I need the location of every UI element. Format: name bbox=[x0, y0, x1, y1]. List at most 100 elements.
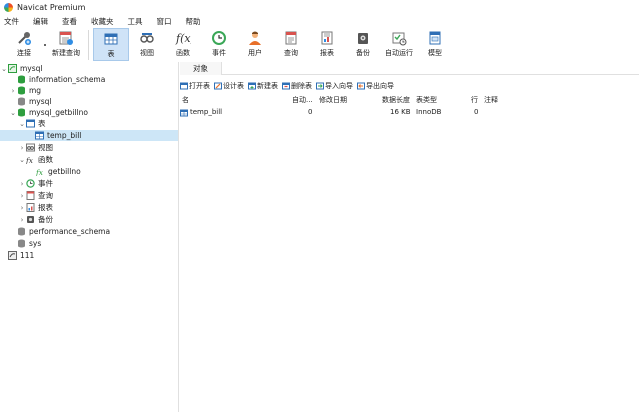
title-bar: Navicat Premium bbox=[0, 0, 639, 14]
open-table-button[interactable]: 打开表 bbox=[180, 81, 210, 91]
connect-label: 连接 bbox=[17, 49, 31, 57]
database-icon bbox=[18, 75, 25, 84]
tree-label: mysql_getbillno bbox=[29, 108, 88, 117]
tab-objects-label: 对象 bbox=[193, 64, 208, 73]
delete-table-button[interactable]: 删除表 bbox=[282, 81, 312, 91]
automation-label: 自动运行 bbox=[385, 49, 413, 57]
expand-arrow-icon[interactable]: › bbox=[18, 144, 26, 152]
database-icon bbox=[18, 239, 25, 248]
menu-favorites[interactable]: 收藏夹 bbox=[91, 16, 114, 27]
delete-table-icon bbox=[282, 82, 290, 89]
new-query-button[interactable]: 新建查询 bbox=[48, 28, 84, 61]
tree-db-information-schema[interactable]: information_schema bbox=[0, 74, 178, 85]
table-icon bbox=[180, 109, 188, 117]
tree-node-events[interactable]: › 事件 bbox=[0, 178, 178, 189]
user-button[interactable]: 用户 bbox=[237, 28, 273, 61]
export-wizard-label: 导出向导 bbox=[366, 81, 394, 90]
table-row[interactable]: temp_bill 0 16 KB InnoDB 0 bbox=[180, 108, 510, 118]
svg-text:fx: fx bbox=[26, 156, 34, 164]
tree-node-reports[interactable]: › 报表 bbox=[0, 202, 178, 213]
tab-objects[interactable]: 对象 bbox=[180, 62, 222, 75]
collapse-arrow-icon[interactable]: ⌄ bbox=[9, 109, 17, 117]
view-label: 视图 bbox=[140, 49, 154, 57]
svg-text:f(x): f(x) bbox=[175, 32, 191, 45]
table-button[interactable]: 表 bbox=[93, 28, 129, 61]
column-data-length-header[interactable]: 数据长度 bbox=[382, 95, 410, 105]
database-icon bbox=[18, 97, 25, 106]
tree-function-getbillno[interactable]: fx getbillno bbox=[0, 166, 178, 177]
tree-connection-mysql[interactable]: ⌄ mysql bbox=[0, 63, 178, 74]
menu-edit[interactable]: 编辑 bbox=[33, 16, 48, 27]
table-icon bbox=[104, 33, 118, 45]
window-title: Navicat Premium bbox=[17, 2, 86, 12]
tree-node-backups[interactable]: › 备份 bbox=[0, 214, 178, 225]
expand-arrow-icon[interactable]: › bbox=[18, 180, 26, 188]
database-icon bbox=[18, 227, 25, 236]
column-name-header[interactable]: 名 bbox=[182, 95, 189, 105]
import-wizard-button[interactable]: 导入向导 bbox=[316, 81, 353, 91]
cell-table-type: InnoDB bbox=[416, 108, 442, 116]
collapse-arrow-icon[interactable]: ⌄ bbox=[18, 120, 26, 128]
tree-node-functions[interactable]: ⌄ fx 函数 bbox=[0, 154, 178, 165]
tree-label: mysql bbox=[29, 97, 52, 106]
backup-label: 备份 bbox=[356, 49, 370, 57]
expand-arrow-icon[interactable]: › bbox=[18, 204, 26, 212]
connection-tree: ⌄ mysql information_schema › mg mysql ⌄ … bbox=[0, 62, 179, 412]
connect-button[interactable]: 连接 bbox=[6, 28, 42, 61]
tree-node-views[interactable]: › 视图 bbox=[0, 142, 178, 153]
tree-label: 函数 bbox=[38, 155, 53, 164]
new-table-label: 新建表 bbox=[257, 81, 278, 90]
tree-db-mg[interactable]: › mg bbox=[0, 85, 178, 96]
column-rows-header[interactable]: 行 bbox=[471, 95, 478, 105]
tree-node-tables[interactable]: ⌄ 表 bbox=[0, 118, 178, 129]
column-table-type-header[interactable]: 表类型 bbox=[416, 95, 437, 105]
event-button[interactable]: 事件 bbox=[201, 28, 237, 61]
automation-button[interactable]: 自动运行 bbox=[381, 28, 417, 61]
backup-button[interactable]: 备份 bbox=[345, 28, 381, 61]
view-button[interactable]: 视图 bbox=[129, 28, 165, 61]
model-button[interactable]: 模型 bbox=[417, 28, 453, 61]
cell-auto-inc: 0 bbox=[308, 108, 313, 116]
tree-connection-111[interactable]: 111 bbox=[0, 250, 178, 261]
design-table-button[interactable]: 设计表 bbox=[214, 81, 244, 91]
tree-label: sys bbox=[29, 239, 42, 248]
collapse-arrow-icon[interactable]: ⌄ bbox=[18, 156, 26, 164]
new-query-icon bbox=[59, 31, 73, 45]
tree-label: 报表 bbox=[38, 203, 53, 212]
collapse-arrow-icon[interactable]: ⌄ bbox=[0, 65, 8, 73]
menu-file[interactable]: 文件 bbox=[4, 16, 19, 27]
queries-icon bbox=[26, 191, 35, 200]
column-comment-header[interactable]: 注释 bbox=[484, 95, 498, 105]
menu-window[interactable]: 窗口 bbox=[157, 16, 172, 27]
menu-help[interactable]: 帮助 bbox=[186, 16, 201, 27]
new-table-button[interactable]: 新建表 bbox=[248, 81, 278, 91]
tree-label: temp_bill bbox=[47, 131, 82, 140]
backups-icon bbox=[27, 216, 34, 223]
table-label: 表 bbox=[107, 50, 115, 58]
tree-db-mysql-getbillno[interactable]: ⌄ mysql_getbillno bbox=[0, 107, 178, 118]
menu-tools[interactable]: 工具 bbox=[128, 16, 143, 27]
function-button[interactable]: f(x) 函数 bbox=[165, 28, 201, 61]
main-toolbar: 连接 新建查询 表 视图 f(x) 函数 bbox=[0, 28, 639, 62]
column-modified-header[interactable]: 修改日期 bbox=[319, 95, 347, 105]
tree-table-temp-bill[interactable]: temp_bill bbox=[0, 130, 178, 141]
open-table-icon bbox=[180, 82, 188, 89]
backup-icon bbox=[358, 33, 368, 44]
column-auto-inc-header[interactable]: 自动... bbox=[292, 95, 313, 105]
tree-node-queries[interactable]: › 查询 bbox=[0, 190, 178, 201]
report-button[interactable]: 报表 bbox=[309, 28, 345, 61]
object-toolbar: 打开表 设计表 新建表 删除表 导入向导 导出向导 bbox=[180, 80, 398, 91]
menu-view[interactable]: 查看 bbox=[62, 16, 77, 27]
functions-fx-icon: fx bbox=[26, 156, 34, 164]
database-icon bbox=[18, 86, 25, 95]
tree-db-mysql[interactable]: mysql bbox=[0, 96, 178, 107]
query-button[interactable]: 查询 bbox=[273, 28, 309, 61]
export-wizard-button[interactable]: 导出向导 bbox=[357, 81, 394, 91]
expand-arrow-icon[interactable]: › bbox=[9, 87, 17, 95]
query-label: 查询 bbox=[284, 49, 298, 57]
expand-arrow-icon[interactable]: › bbox=[18, 216, 26, 224]
tree-db-performance-schema[interactable]: performance_schema bbox=[0, 226, 178, 237]
expand-arrow-icon[interactable]: › bbox=[18, 192, 26, 200]
event-label: 事件 bbox=[212, 49, 226, 57]
tree-db-sys[interactable]: sys bbox=[0, 238, 178, 249]
